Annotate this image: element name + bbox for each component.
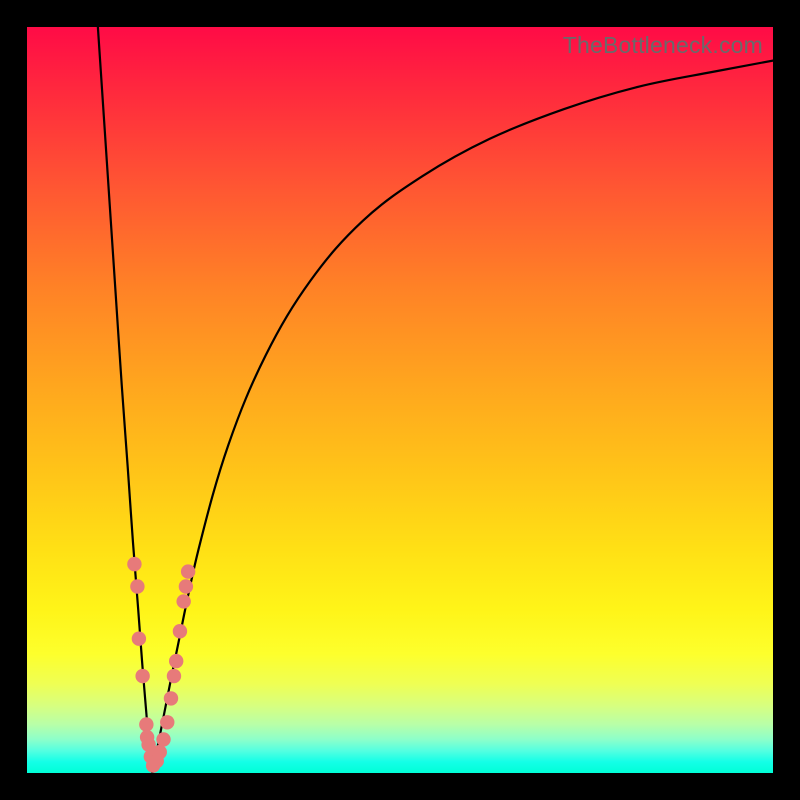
chart-frame: TheBottleneck.com (0, 0, 800, 800)
data-marker (132, 632, 146, 646)
data-marker (164, 691, 178, 705)
data-marker (139, 717, 153, 731)
curve-right-branch (152, 61, 773, 773)
data-marker (179, 579, 193, 593)
data-marker (167, 669, 181, 683)
data-marker (127, 557, 141, 571)
data-marker (173, 624, 187, 638)
data-marker (135, 669, 149, 683)
plot-area: TheBottleneck.com (27, 27, 773, 773)
data-marker (160, 715, 174, 729)
data-marker (181, 564, 195, 578)
curve-left-branch (98, 27, 152, 773)
data-marker (130, 579, 144, 593)
data-markers (127, 557, 195, 773)
watermark-text: TheBottleneck.com (563, 32, 763, 59)
data-marker (176, 594, 190, 608)
data-marker (169, 654, 183, 668)
data-marker (156, 732, 170, 746)
data-marker (153, 745, 167, 759)
curves-layer (27, 27, 773, 773)
